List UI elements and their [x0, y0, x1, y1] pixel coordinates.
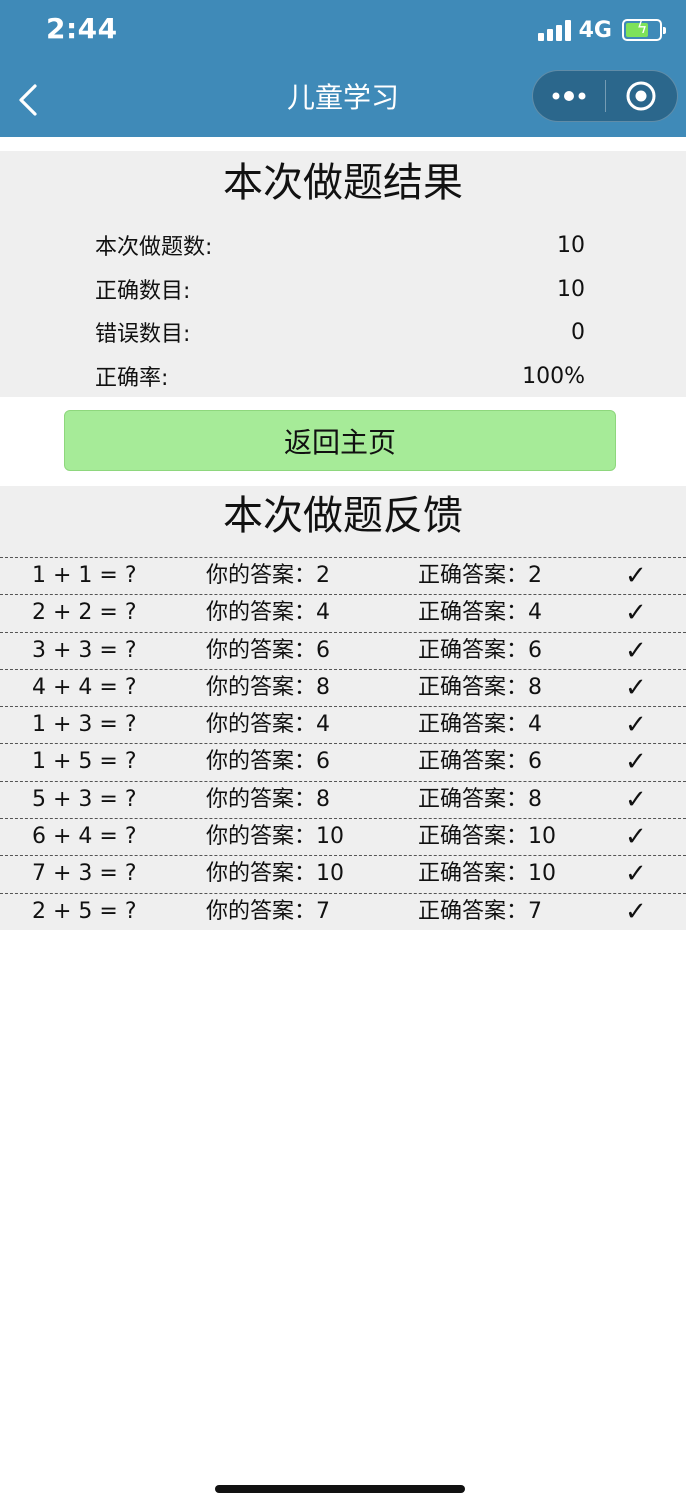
your-answer: 你的答案：10 — [206, 824, 344, 850]
feedback-title: 本次做题反馈 — [223, 493, 463, 539]
correct-answer: 正确答案：4 — [418, 712, 542, 738]
stat-value: 10 — [557, 276, 585, 302]
feedback-row: 2 + 5 = ? 你的答案：7 正确答案：7 ✓ — [0, 892, 686, 931]
more-dots-icon — [552, 91, 586, 101]
your-answer: 你的答案：2 — [206, 563, 330, 588]
feedback-panel: 本次做题反馈 1 + 1 = ? 你的答案：2 正确答案：2 ✓ 2 + 2 =… — [0, 486, 686, 930]
your-answer: 你的答案：6 — [206, 637, 330, 663]
feedback-row: 5 + 3 = ? 你的答案：8 正确答案：8 ✓ — [0, 780, 686, 818]
stat-value: 10 — [557, 232, 585, 258]
back-button[interactable] — [8, 78, 48, 122]
check-icon: ✓ — [625, 896, 647, 927]
check-icon: ✓ — [625, 672, 647, 703]
correct-answer: 正确答案：10 — [418, 824, 556, 850]
return-home-button[interactable]: 返回主页 — [64, 410, 616, 471]
stat-label: 本次做题数: — [95, 235, 213, 260]
result-title: 本次做题结果 — [223, 160, 463, 206]
correct-answer: 正确答案：4 — [418, 600, 542, 626]
stat-row-accuracy: 正确率: 100% — [95, 358, 585, 394]
correct-answer: 正确答案：7 — [418, 898, 542, 924]
home-indicator — [215, 1485, 465, 1493]
question-text: 2 + 2 = ? — [32, 600, 137, 626]
correct-answer: 正确答案：8 — [418, 674, 542, 700]
check-icon: ✓ — [625, 784, 647, 815]
question-text: 1 + 1 = ? — [32, 563, 137, 588]
correct-answer: 正确答案：6 — [418, 637, 542, 663]
question-text: 4 + 4 = ? — [32, 674, 137, 700]
check-icon: ✓ — [625, 859, 647, 890]
feedback-row: 2 + 2 = ? 你的答案：4 正确答案：4 ✓ — [0, 594, 686, 631]
network-type: 4G — [578, 17, 612, 43]
mini-program-capsule — [532, 70, 678, 122]
signal-bars-icon — [537, 19, 571, 41]
more-button[interactable] — [533, 70, 605, 122]
question-text: 2 + 5 = ? — [32, 898, 137, 924]
feedback-row: 6 + 4 = ? 你的答案：10 正确答案：10 ✓ — [0, 818, 686, 855]
question-text: 7 + 3 = ? — [32, 861, 137, 887]
correct-answer: 正确答案：6 — [418, 749, 542, 775]
status-time: 2:44 — [46, 12, 118, 45]
your-answer: 你的答案：6 — [206, 749, 330, 775]
feedback-row: 3 + 3 = ? 你的答案：6 正确答案：6 ✓ — [0, 631, 686, 669]
your-answer: 你的答案：4 — [206, 712, 330, 738]
question-text: 1 + 3 = ? — [32, 712, 137, 738]
target-close-icon — [626, 81, 656, 111]
stat-row-correct: 正确数目: 10 — [95, 271, 585, 307]
question-text: 1 + 5 = ? — [32, 749, 137, 775]
your-answer: 你的答案：4 — [206, 600, 330, 626]
feedback-row: 1 + 1 = ? 你的答案：2 正确答案：2 ✓ — [0, 557, 686, 594]
your-answer: 你的答案：10 — [206, 861, 344, 887]
feedback-row: 1 + 3 = ? 你的答案：4 正确答案：4 ✓ — [0, 706, 686, 743]
feedback-row: 1 + 5 = ? 你的答案：6 正确答案：6 ✓ — [0, 743, 686, 780]
stat-label: 正确数目: — [95, 279, 191, 304]
stat-label: 正确率: — [95, 366, 169, 391]
correct-answer: 正确答案：2 — [418, 563, 542, 588]
your-answer: 你的答案：8 — [206, 786, 330, 812]
check-icon: ✓ — [625, 710, 647, 741]
correct-answer: 正确答案：8 — [418, 786, 542, 812]
question-text: 3 + 3 = ? — [32, 637, 137, 663]
feedback-row: 4 + 4 = ? 你的答案：8 正确答案：8 ✓ — [0, 668, 686, 706]
check-icon: ✓ — [625, 635, 647, 666]
stat-row-wrong: 错误数目: 0 — [95, 314, 585, 350]
battery-charging-icon: ϟ — [622, 18, 666, 41]
your-answer: 你的答案：7 — [206, 898, 330, 924]
stat-value: 100% — [522, 363, 585, 389]
correct-answer: 正确答案：10 — [418, 861, 556, 887]
check-icon: ✓ — [625, 822, 647, 853]
status-icons: 4G ϟ — [537, 16, 666, 44]
feedback-list: 1 + 1 = ? 你的答案：2 正确答案：2 ✓ 2 + 2 = ? 你的答案… — [0, 557, 686, 931]
stat-row-total: 本次做题数: 10 — [95, 227, 585, 263]
feedback-row: 7 + 3 = ? 你的答案：10 正确答案：10 ✓ — [0, 855, 686, 892]
question-text: 5 + 3 = ? — [32, 786, 137, 812]
chevron-left-icon — [19, 84, 37, 116]
your-answer: 你的答案：8 — [206, 674, 330, 700]
check-icon: ✓ — [625, 598, 647, 629]
app-header: 2:44 4G ϟ 儿童学习 — [0, 0, 686, 137]
check-icon: ✓ — [625, 747, 647, 778]
stat-label: 错误数目: — [95, 322, 191, 347]
stat-value: 0 — [571, 319, 585, 345]
close-button[interactable] — [606, 70, 678, 122]
check-icon: ✓ — [625, 561, 647, 591]
result-panel: 本次做题结果 本次做题数: 10 正确数目: 10 错误数目: 0 正确率: 1… — [0, 151, 686, 397]
question-text: 6 + 4 = ? — [32, 824, 137, 850]
